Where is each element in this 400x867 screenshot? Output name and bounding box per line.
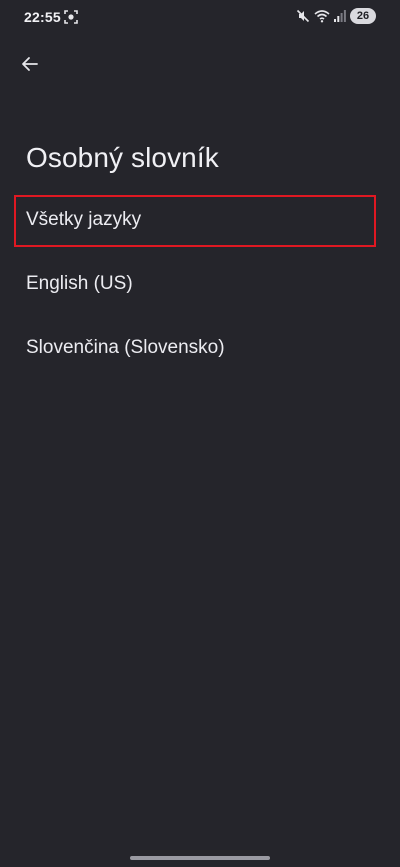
list-item-label: English (US) xyxy=(26,273,133,294)
language-list: Všetky jazyky English (US) Slovenčina (S… xyxy=(0,192,400,380)
status-time: 22:55 xyxy=(24,9,61,25)
list-item-all-languages[interactable]: Všetky jazyky xyxy=(0,192,400,252)
list-item-label: Všetky jazyky xyxy=(26,209,142,230)
list-item-english-us[interactable]: English (US) xyxy=(0,252,400,316)
back-button[interactable] xyxy=(14,48,46,80)
battery-icon: 26 xyxy=(350,8,376,24)
home-indicator[interactable] xyxy=(130,856,270,860)
arrow-left-icon xyxy=(22,57,38,71)
wifi-icon xyxy=(314,10,330,23)
list-item-slovencina[interactable]: Slovenčina (Slovensko) xyxy=(0,316,400,380)
list-item-label: Slovenčina (Slovensko) xyxy=(26,337,225,358)
signal-icon xyxy=(334,10,346,22)
status-icons: 26 xyxy=(296,8,376,24)
screen-record-icon xyxy=(64,10,78,24)
page-title: Osobný slovník xyxy=(26,142,219,173)
mute-icon xyxy=(296,9,310,23)
status-bar: 22:55 26 xyxy=(0,0,400,36)
